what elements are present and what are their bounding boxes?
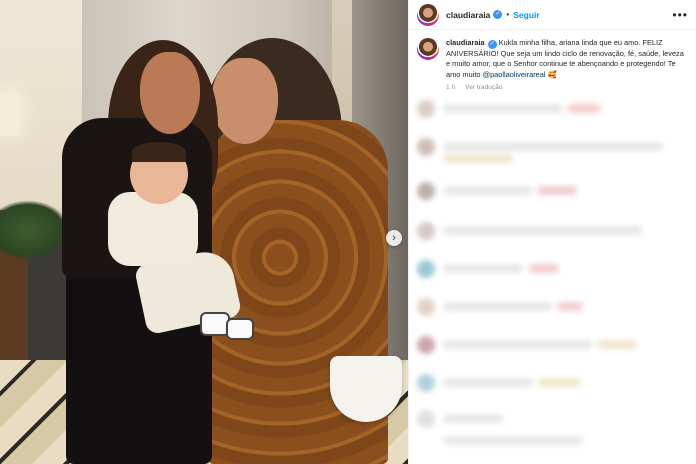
caption: claudiaraia ✓ Kukla minha filha, ariana l… — [409, 30, 696, 91]
lamp — [0, 92, 20, 136]
post-time[interactable]: 1 h — [446, 84, 455, 91]
comment-row — [417, 432, 687, 448]
comment-row — [417, 150, 687, 166]
comment-row — [417, 374, 687, 392]
woman-left-face — [140, 52, 200, 134]
comment-row — [417, 100, 687, 118]
avatar[interactable] — [417, 3, 439, 26]
caption-username[interactable]: claudiaraia — [446, 38, 485, 47]
comment-row — [417, 260, 687, 278]
post-side-panel: claudiaraia ✓ • Seguir ••• claudiaraia ✓ … — [408, 0, 696, 464]
baby-shoe — [226, 318, 254, 340]
post-header: claudiaraia ✓ • Seguir ••• — [409, 0, 696, 30]
carousel-next-icon[interactable]: › — [386, 230, 402, 246]
more-options-icon[interactable]: ••• — [672, 8, 688, 22]
mention-link[interactable]: @paollaoliveirareal — [483, 70, 546, 79]
caption-avatar[interactable] — [417, 38, 439, 60]
username-link[interactable]: claudiaraia — [446, 10, 490, 20]
comment-row — [417, 336, 687, 354]
separator-dot: • — [506, 10, 510, 19]
follow-button[interactable]: Seguir — [513, 10, 539, 20]
translate-link[interactable]: Ver tradução — [465, 84, 502, 91]
woman-right-face — [212, 58, 278, 144]
caption-text: claudiaraia ✓ Kukla minha filha, ariana l… — [446, 38, 684, 80]
baby-hair — [132, 142, 186, 162]
plant — [0, 200, 70, 260]
caption-meta: 1 h Ver tradução — [446, 84, 684, 91]
comment-row — [417, 298, 687, 316]
comment-row — [417, 410, 687, 428]
emoji: 🥰 — [547, 69, 557, 79]
verified-badge-icon: ✓ — [493, 10, 503, 19]
verified-badge-icon: ✓ — [487, 40, 497, 49]
comment-row — [417, 182, 687, 200]
post-photo[interactable]: › — [0, 0, 408, 464]
comment-row — [417, 222, 687, 240]
caption-body: claudiaraia ✓ Kukla minha filha, ariana l… — [446, 38, 684, 91]
comments-blurred — [409, 92, 696, 464]
